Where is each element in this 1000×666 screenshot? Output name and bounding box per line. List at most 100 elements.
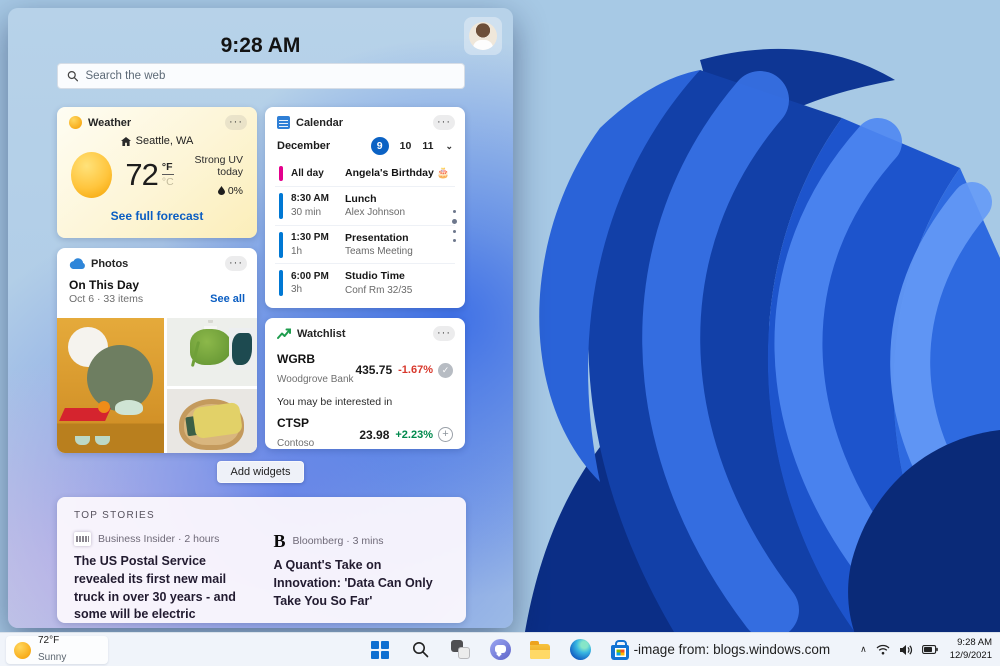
tray-chevron-up-icon[interactable]: ∧ xyxy=(860,644,867,655)
file-explorer-button[interactable] xyxy=(527,637,553,663)
taskbar: 72°F Sunny -image from: blogs.windows.co… xyxy=(0,632,1000,666)
see-full-forecast-link[interactable]: See full forecast xyxy=(57,209,257,223)
bloomberg-logo-icon: B xyxy=(273,531,286,551)
celsius-toggle[interactable]: °C xyxy=(162,176,174,188)
profile-button[interactable] xyxy=(464,17,502,55)
event-time: 6:00 PM xyxy=(291,270,329,282)
watchlist-menu-button[interactable]: ··· xyxy=(433,326,455,341)
photos-subheading: Oct 6 · 33 items xyxy=(69,293,144,305)
calendar-event[interactable]: 6:00 PM 3h Studio Time Conf Rm 32/35 xyxy=(275,263,455,302)
calendar-event[interactable]: 8:30 AM 30 min Lunch Alex Johnson xyxy=(275,186,455,225)
watchlist-widget-title: Watchlist xyxy=(297,327,346,340)
weather-temperature: 72 xyxy=(125,157,158,192)
business-insider-logo-icon xyxy=(74,532,91,546)
stock-name: Woodgrove Bank xyxy=(277,373,354,385)
calendar-date[interactable]: 10 xyxy=(400,140,412,152)
task-view-icon xyxy=(450,640,470,659)
search-icon xyxy=(67,70,79,82)
stocks-icon xyxy=(277,328,291,339)
widgets-panel: 9:28 AM Weather ··· Seattle, WA 72 xyxy=(8,8,513,628)
taskbar-search-button[interactable] xyxy=(407,637,433,663)
volume-icon[interactable] xyxy=(899,644,913,656)
weather-condition: Strong UV today xyxy=(194,153,243,178)
weather-menu-button[interactable]: ··· xyxy=(225,115,247,130)
see-all-link[interactable]: See all xyxy=(210,293,245,305)
stock-row[interactable]: WGRB Woodgrove Bank 435.75 -1.67% ✓ xyxy=(265,345,465,393)
search-input[interactable] xyxy=(85,70,455,82)
search-icon xyxy=(412,642,428,658)
added-check-icon[interactable]: ✓ xyxy=(438,362,453,378)
event-subtitle: Conf Rm 32/35 xyxy=(345,284,413,296)
story-source: Business Insider · 2 hours xyxy=(98,533,220,545)
edge-button[interactable] xyxy=(567,637,593,663)
calendar-date[interactable]: 11 xyxy=(422,140,433,152)
calendar-event-list: All day Angela's Birthday 🎂 8:30 AM 30 mi… xyxy=(265,161,465,302)
calendar-icon xyxy=(277,116,290,129)
event-title: Lunch xyxy=(345,193,377,205)
event-title: Presentation xyxy=(345,231,409,244)
story-item[interactable]: B Bloomberg · 3 mins A Quant's Take on I… xyxy=(274,532,450,624)
event-duration: 1h xyxy=(291,245,303,257)
stock-price: 23.98 xyxy=(359,427,390,442)
calendar-widget[interactable]: Calendar ··· December 9 10 11 ⌄ All day … xyxy=(265,107,465,308)
add-stock-icon[interactable]: + xyxy=(438,427,453,443)
photos-menu-button[interactable]: ··· xyxy=(225,256,247,271)
photos-widget[interactable]: Photos ··· On This Day Oct 6 · 33 items … xyxy=(57,248,257,453)
panel-clock: 9:28 AM xyxy=(220,34,301,57)
taskbar-weather-temp: 72°F xyxy=(38,635,60,647)
photo-thumbnail-plant[interactable] xyxy=(166,318,257,386)
stock-change: +2.23% xyxy=(395,428,433,441)
chevron-down-icon[interactable]: ⌄ xyxy=(445,141,453,152)
windows-logo-icon xyxy=(371,640,389,659)
event-color-bar xyxy=(279,270,283,297)
photo-thumbnail-chair[interactable] xyxy=(166,388,257,453)
taskbar-sun-icon xyxy=(14,641,31,659)
add-widgets-button[interactable]: Add widgets xyxy=(216,461,305,483)
clock-time: 9:28 AM xyxy=(957,637,992,649)
story-item[interactable]: Business Insider · 2 hours The US Postal… xyxy=(74,532,250,624)
microsoft-store-button[interactable] xyxy=(607,637,633,663)
fahrenheit-toggle[interactable]: °F xyxy=(161,161,174,175)
taskbar-widgets-button[interactable]: 72°F Sunny xyxy=(6,635,108,664)
stock-change: -1.67% xyxy=(398,364,433,377)
chat-button[interactable] xyxy=(487,637,513,663)
task-view-button[interactable] xyxy=(447,637,473,663)
battery-icon[interactable] xyxy=(921,645,938,654)
photo-thumbnail-still-life[interactable] xyxy=(57,318,164,453)
event-time: 8:30 AM xyxy=(291,193,329,205)
stock-name: Contoso xyxy=(277,437,315,449)
story-source: Bloomberg · 3 mins xyxy=(292,535,384,547)
stock-symbol: CTSP xyxy=(277,416,310,431)
photos-heading: On This Day xyxy=(69,278,140,292)
droplet-icon xyxy=(217,186,225,195)
event-subtitle: Teams Meeting xyxy=(345,245,413,257)
desktop: 9:28 AM Weather ··· Seattle, WA 72 xyxy=(0,0,1000,666)
top-stories-heading: TOP STORIES xyxy=(74,510,155,521)
taskbar-clock[interactable]: 9:28 AM 12/9/2021 xyxy=(950,637,992,662)
taskbar-weather-condition: Sunny xyxy=(38,651,67,663)
avatar xyxy=(469,22,497,50)
stock-row[interactable]: CTSP Contoso 23.98 +2.23% + xyxy=(265,409,465,457)
chat-icon xyxy=(489,639,511,660)
calendar-date-selected[interactable]: 9 xyxy=(370,137,389,155)
event-color-bar xyxy=(279,166,283,181)
calendar-menu-button[interactable]: ··· xyxy=(433,115,455,130)
weather-widget[interactable]: Weather ··· Seattle, WA 72 °F °C Strong … xyxy=(57,107,257,238)
start-button[interactable] xyxy=(367,637,393,663)
watchlist-widget[interactable]: Watchlist ··· WGRB Woodgrove Bank 435.75… xyxy=(265,318,465,449)
scroll-indicator[interactable] xyxy=(452,210,457,242)
story-headline[interactable]: The US Postal Service revealed its first… xyxy=(74,553,250,624)
calendar-month: December xyxy=(277,140,331,152)
clock-date: 12/9/2021 xyxy=(949,649,992,661)
event-subtitle: Alex Johnson xyxy=(345,207,406,219)
watchlist-suggestion-label: You may be interested in xyxy=(277,396,393,409)
weather-sun-icon xyxy=(69,116,82,129)
story-headline[interactable]: A Quant's Take on Innovation: 'Data Can … xyxy=(274,557,450,610)
calendar-event[interactable]: All day Angela's Birthday 🎂 xyxy=(275,161,455,186)
search-bar[interactable] xyxy=(57,63,465,89)
stock-symbol: WGRB xyxy=(277,352,315,366)
sun-icon xyxy=(71,152,113,198)
wifi-icon[interactable] xyxy=(876,644,890,655)
calendar-event[interactable]: 1:30 PM 1h Presentation Teams Meeting xyxy=(275,224,455,264)
taskbar-app-icons xyxy=(367,633,633,666)
